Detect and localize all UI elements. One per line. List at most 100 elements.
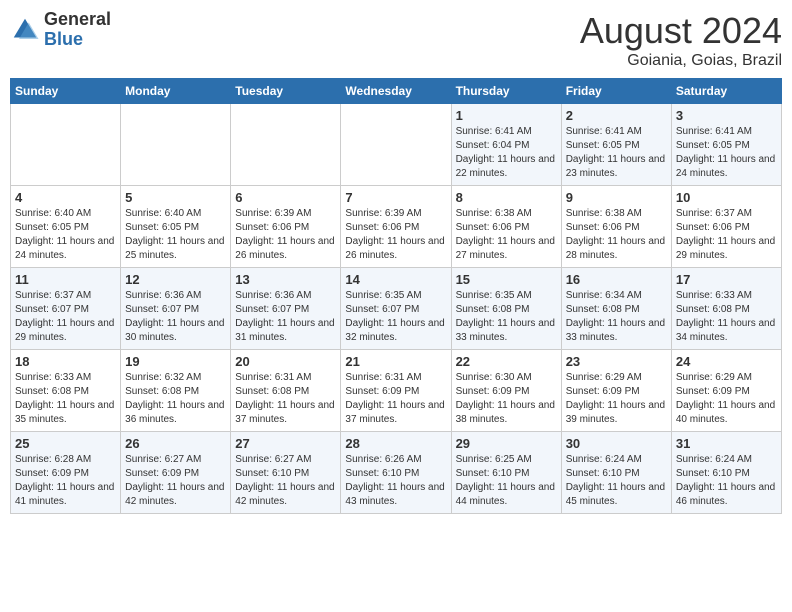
- day-number: 1: [456, 108, 557, 123]
- day-cell: [231, 104, 341, 186]
- day-info: Sunrise: 6:36 AMSunset: 6:07 PMDaylight:…: [235, 289, 336, 345]
- day-cell: 2Sunrise: 6:41 AMSunset: 6:05 PMDaylight…: [561, 104, 671, 186]
- day-number: 17: [676, 272, 777, 287]
- day-cell: 11 Sunrise: 6:37 AMSunset: 6:07 PMDayligh…: [11, 268, 121, 350]
- day-cell: 24 Sunrise: 6:29 AMSunset: 6:09 PMDayligh…: [671, 350, 781, 432]
- day-info: Sunrise: 6:35 AMSunset: 6:07 PMDaylight:…: [345, 289, 446, 345]
- col-header-wednesday: Wednesday: [341, 79, 451, 104]
- day-info: Sunrise: 6:27 AMSunset: 6:10 PMDaylight:…: [235, 453, 336, 509]
- day-cell: 10 Sunrise: 6:37 AMSunset: 6:06 PMDayligh…: [671, 186, 781, 268]
- day-cell: 25 Sunrise: 6:28 AMSunset: 6:09 PMDayligh…: [11, 432, 121, 514]
- day-info: Sunrise: 6:31 AMSunset: 6:08 PMDaylight:…: [235, 371, 336, 427]
- day-info: Sunrise: 6:27 AMSunset: 6:09 PMDaylight:…: [125, 453, 226, 509]
- day-info: Sunrise: 6:25 AMSunset: 6:10 PMDaylight:…: [456, 453, 557, 509]
- day-number: 14: [345, 272, 446, 287]
- day-number: 20: [235, 354, 336, 369]
- week-row-2: 4 Sunrise: 6:40 AMSunset: 6:05 PMDaylight…: [11, 186, 782, 268]
- month-year: August 2024: [580, 10, 782, 52]
- day-info: Sunrise: 6:36 AMSunset: 6:07 PMDaylight:…: [125, 289, 226, 345]
- day-number: 12: [125, 272, 226, 287]
- week-row-4: 18 Sunrise: 6:33 AMSunset: 6:08 PMDayligh…: [11, 350, 782, 432]
- day-info: Sunrise: 6:34 AMSunset: 6:08 PMDaylight:…: [566, 289, 667, 345]
- day-cell: 22 Sunrise: 6:30 AMSunset: 6:09 PMDayligh…: [451, 350, 561, 432]
- col-header-saturday: Saturday: [671, 79, 781, 104]
- day-cell: [121, 104, 231, 186]
- day-number: 24: [676, 354, 777, 369]
- day-number: 3: [676, 108, 777, 123]
- day-cell: 5 Sunrise: 6:40 AMSunset: 6:05 PMDaylight…: [121, 186, 231, 268]
- day-cell: 15 Sunrise: 6:35 AMSunset: 6:08 PMDayligh…: [451, 268, 561, 350]
- day-number: 21: [345, 354, 446, 369]
- day-info: Sunrise: 6:32 AMSunset: 6:08 PMDaylight:…: [125, 371, 226, 427]
- logo-text: General Blue: [44, 10, 111, 50]
- day-info: Sunrise: 6:37 AMSunset: 6:06 PMDaylight:…: [676, 207, 777, 263]
- day-info: Sunrise: 6:28 AMSunset: 6:09 PMDaylight:…: [15, 453, 116, 509]
- day-info: Sunrise: 6:41 AMSunset: 6:04 PMDaylight:…: [456, 125, 557, 181]
- col-header-tuesday: Tuesday: [231, 79, 341, 104]
- logo: General Blue: [10, 10, 111, 50]
- day-cell: 6Sunrise: 6:39 AMSunset: 6:06 PMDaylight…: [231, 186, 341, 268]
- day-number: 27: [235, 436, 336, 451]
- title-block: August 2024 Goiania, Goias, Brazil: [580, 10, 782, 70]
- day-cell: 13 Sunrise: 6:36 AMSunset: 6:07 PMDayligh…: [231, 268, 341, 350]
- day-number: 13: [235, 272, 336, 287]
- day-info: Sunrise: 6:41 AMSunset: 6:05 PMDaylight:…: [676, 125, 777, 181]
- day-cell: 30Sunrise: 6:24 AMSunset: 6:10 PMDayligh…: [561, 432, 671, 514]
- day-info: Sunrise: 6:29 AMSunset: 6:09 PMDaylight:…: [676, 371, 777, 427]
- day-info: Sunrise: 6:37 AMSunset: 6:07 PMDaylight:…: [15, 289, 116, 345]
- day-number: 18: [15, 354, 116, 369]
- day-number: 31: [676, 436, 777, 451]
- day-number: 10: [676, 190, 777, 205]
- location: Goiania, Goias, Brazil: [580, 52, 782, 70]
- week-row-1: 1 Sunrise: 6:41 AMSunset: 6:04 PMDaylight…: [11, 104, 782, 186]
- day-cell: 3 Sunrise: 6:41 AMSunset: 6:05 PMDaylight…: [671, 104, 781, 186]
- day-cell: 4 Sunrise: 6:40 AMSunset: 6:05 PMDaylight…: [11, 186, 121, 268]
- week-row-5: 25 Sunrise: 6:28 AMSunset: 6:09 PMDayligh…: [11, 432, 782, 514]
- week-row-3: 11 Sunrise: 6:37 AMSunset: 6:07 PMDayligh…: [11, 268, 782, 350]
- logo-blue: Blue: [44, 30, 111, 50]
- day-cell: 16Sunrise: 6:34 AMSunset: 6:08 PMDayligh…: [561, 268, 671, 350]
- day-info: Sunrise: 6:38 AMSunset: 6:06 PMDaylight:…: [566, 207, 667, 263]
- day-info: Sunrise: 6:26 AMSunset: 6:10 PMDaylight:…: [345, 453, 446, 509]
- day-cell: 18 Sunrise: 6:33 AMSunset: 6:08 PMDayligh…: [11, 350, 121, 432]
- day-cell: 19Sunrise: 6:32 AMSunset: 6:08 PMDayligh…: [121, 350, 231, 432]
- header-row: SundayMondayTuesdayWednesdayThursdayFrid…: [11, 79, 782, 104]
- day-cell: 27 Sunrise: 6:27 AMSunset: 6:10 PMDayligh…: [231, 432, 341, 514]
- day-number: 7: [345, 190, 446, 205]
- day-cell: 29Sunrise: 6:25 AMSunset: 6:10 PMDayligh…: [451, 432, 561, 514]
- day-cell: 12 Sunrise: 6:36 AMSunset: 6:07 PMDayligh…: [121, 268, 231, 350]
- day-number: 26: [125, 436, 226, 451]
- day-cell: 21Sunrise: 6:31 AMSunset: 6:09 PMDayligh…: [341, 350, 451, 432]
- page-header: General Blue August 2024 Goiania, Goias,…: [10, 10, 782, 70]
- day-number: 11: [15, 272, 116, 287]
- day-cell: 7 Sunrise: 6:39 AMSunset: 6:06 PMDaylight…: [341, 186, 451, 268]
- col-header-friday: Friday: [561, 79, 671, 104]
- day-number: 4: [15, 190, 116, 205]
- day-info: Sunrise: 6:39 AMSunset: 6:06 PMDaylight:…: [235, 207, 336, 263]
- day-cell: 1 Sunrise: 6:41 AMSunset: 6:04 PMDaylight…: [451, 104, 561, 186]
- calendar-table: SundayMondayTuesdayWednesdayThursdayFrid…: [10, 78, 782, 514]
- day-number: 15: [456, 272, 557, 287]
- logo-icon: [10, 15, 40, 45]
- day-info: Sunrise: 6:35 AMSunset: 6:08 PMDaylight:…: [456, 289, 557, 345]
- day-cell: [341, 104, 451, 186]
- day-info: Sunrise: 6:39 AMSunset: 6:06 PMDaylight:…: [345, 207, 446, 263]
- day-info: Sunrise: 6:30 AMSunset: 6:09 PMDaylight:…: [456, 371, 557, 427]
- day-cell: [11, 104, 121, 186]
- day-cell: 14 Sunrise: 6:35 AMSunset: 6:07 PMDayligh…: [341, 268, 451, 350]
- day-number: 22: [456, 354, 557, 369]
- day-info: Sunrise: 6:41 AMSunset: 6:05 PMDaylight:…: [566, 125, 667, 181]
- day-number: 28: [345, 436, 446, 451]
- day-number: 25: [15, 436, 116, 451]
- day-info: Sunrise: 6:24 AMSunset: 6:10 PMDaylight:…: [676, 453, 777, 509]
- day-info: Sunrise: 6:33 AMSunset: 6:08 PMDaylight:…: [15, 371, 116, 427]
- day-cell: 26 Sunrise: 6:27 AMSunset: 6:09 PMDayligh…: [121, 432, 231, 514]
- day-number: 8: [456, 190, 557, 205]
- day-info: Sunrise: 6:40 AMSunset: 6:05 PMDaylight:…: [125, 207, 226, 263]
- day-info: Sunrise: 6:29 AMSunset: 6:09 PMDaylight:…: [566, 371, 667, 427]
- day-cell: 20 Sunrise: 6:31 AMSunset: 6:08 PMDayligh…: [231, 350, 341, 432]
- day-info: Sunrise: 6:40 AMSunset: 6:05 PMDaylight:…: [15, 207, 116, 263]
- day-number: 9: [566, 190, 667, 205]
- day-info: Sunrise: 6:33 AMSunset: 6:08 PMDaylight:…: [676, 289, 777, 345]
- day-number: 5: [125, 190, 226, 205]
